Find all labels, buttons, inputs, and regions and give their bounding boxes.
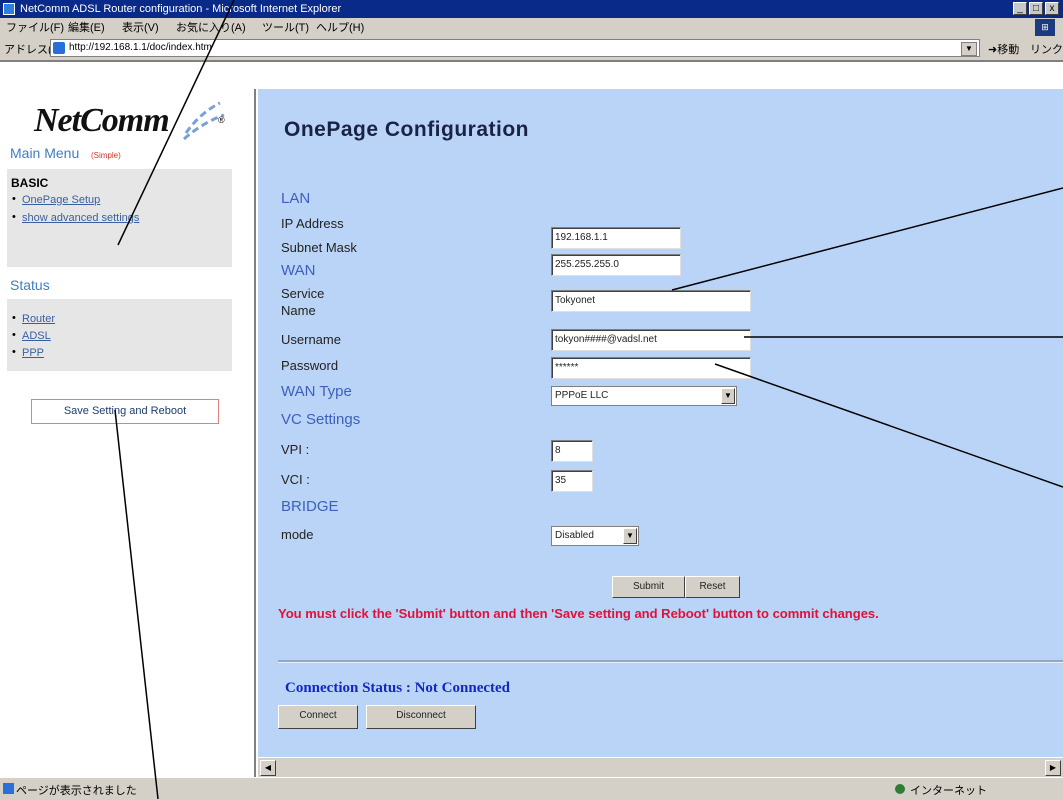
connection-status: Connection Status : Not Connected: [285, 680, 510, 696]
nav-ppp[interactable]: PPP: [22, 347, 44, 359]
windows-logo-icon: ⊞: [1035, 19, 1055, 36]
vci-input[interactable]: 35: [551, 470, 593, 492]
content-frame: [258, 89, 1063, 757]
subnet-mask-label: Subnet Mask: [281, 240, 357, 255]
vci-label: VCI :: [281, 472, 310, 487]
menu-favorites[interactable]: お気に入り(A): [176, 20, 246, 36]
nav-adsl[interactable]: ADSL: [22, 330, 51, 342]
maximize-button[interactable]: □: [1029, 2, 1043, 15]
nav-onepage-setup[interactable]: OnePage Setup: [22, 194, 100, 206]
bullet: •: [12, 329, 16, 341]
wan-type-label: WAN Type: [281, 383, 352, 400]
page-icon: [3, 783, 14, 794]
mode-value: Disabled: [555, 530, 594, 541]
menu-file[interactable]: ファイル(F): [6, 20, 64, 36]
vpi-label: VPI :: [281, 442, 310, 457]
registered-mark: ®: [218, 115, 225, 125]
window-title: NetComm ADSL Router configuration - Micr…: [20, 3, 342, 15]
wan-type-value: PPPoE LLC: [555, 390, 609, 401]
chevron-down-icon[interactable]: ▼: [961, 42, 977, 56]
links-button[interactable]: リンク »: [1030, 41, 1063, 57]
subnet-mask-input[interactable]: 255.255.255.0: [551, 254, 681, 276]
go-label: 移動: [997, 44, 1020, 56]
netcomm-logo: NetComm: [34, 102, 170, 139]
service-name-input[interactable]: Tokyonet: [551, 290, 751, 312]
basic-heading: BASIC: [11, 176, 49, 190]
lan-heading: LAN: [281, 190, 311, 207]
ie-icon: [3, 3, 15, 15]
nav-show-advanced-settings[interactable]: show advanced settings: [22, 212, 139, 224]
chevron-down-icon[interactable]: ▼: [721, 388, 735, 404]
password-input[interactable]: ******: [551, 357, 751, 379]
go-button[interactable]: ➜移動: [988, 41, 1019, 57]
disconnect-button[interactable]: Disconnect: [366, 705, 476, 729]
menu-edit[interactable]: 編集(E): [68, 20, 105, 36]
menu-tools[interactable]: ツール(T): [262, 20, 309, 36]
wan-heading: WAN: [281, 262, 316, 279]
zone-label: インターネット: [910, 785, 987, 797]
address-url: http://192.168.1.1/doc/index.htm: [69, 42, 212, 53]
wan-type-select[interactable]: PPPoE LLC ▼: [551, 386, 737, 406]
service-name-label: Service Name: [281, 286, 325, 318]
page-title: OnePage Configuration: [284, 118, 530, 141]
password-label: Password: [281, 358, 339, 373]
scroll-left-icon[interactable]: ◀: [260, 760, 276, 776]
status-heading: Status: [10, 277, 50, 293]
mode-label: mode: [281, 527, 314, 542]
bullet: •: [12, 312, 16, 324]
vc-settings-heading: VC Settings: [281, 411, 361, 428]
scroll-right-icon[interactable]: ▶: [1045, 760, 1061, 776]
main-menu-heading: Main Menu: [10, 145, 80, 161]
chevron-down-icon[interactable]: ▼: [623, 528, 637, 544]
menu-view[interactable]: 表示(V): [122, 20, 159, 36]
mode-select[interactable]: Disabled ▼: [551, 526, 639, 546]
bullet: •: [12, 211, 16, 223]
close-button[interactable]: x: [1045, 2, 1059, 15]
nav-router[interactable]: Router: [22, 313, 55, 325]
username-input[interactable]: tokyon####@vadsl.net: [551, 329, 751, 351]
page-icon: [53, 42, 65, 54]
bridge-heading: BRIDGE: [281, 498, 339, 515]
divider: [278, 660, 1063, 663]
address-bar: アドレス(D) http://192.168.1.1/doc/index.htm…: [0, 37, 1063, 62]
save-setting-reboot-button[interactable]: Save Setting and Reboot: [31, 399, 219, 424]
submit-button[interactable]: Submit: [612, 576, 685, 598]
username-label: Username: [281, 332, 341, 347]
ip-address-label: IP Address: [281, 216, 344, 231]
menu-bar: ファイル(F) 編集(E) 表示(V) お気に入り(A) ツール(T) ヘルプ(…: [0, 18, 1063, 38]
status-bar: ページが表示されました インターネット: [0, 777, 1063, 800]
title-bar: NetComm ADSL Router configuration - Micr…: [0, 0, 1063, 18]
globe-icon: [895, 784, 905, 794]
status-message: ページが表示されました: [16, 785, 137, 797]
horizontal-scrollbar[interactable]: ◀ ▶: [258, 757, 1063, 778]
bullet: •: [12, 346, 16, 358]
bullet: •: [12, 193, 16, 205]
minimize-button[interactable]: _: [1013, 2, 1027, 15]
menu-help[interactable]: ヘルプ(H): [316, 20, 364, 36]
simple-label: (Simple): [91, 151, 121, 160]
reset-button[interactable]: Reset: [685, 576, 740, 598]
commit-warning: You must click the 'Submit' button and t…: [278, 606, 879, 621]
vpi-input[interactable]: 8: [551, 440, 593, 462]
address-input[interactable]: http://192.168.1.1/doc/index.htm ▼: [50, 39, 980, 57]
connect-button[interactable]: Connect: [278, 705, 358, 729]
ip-address-input[interactable]: 192.168.1.1: [551, 227, 681, 249]
